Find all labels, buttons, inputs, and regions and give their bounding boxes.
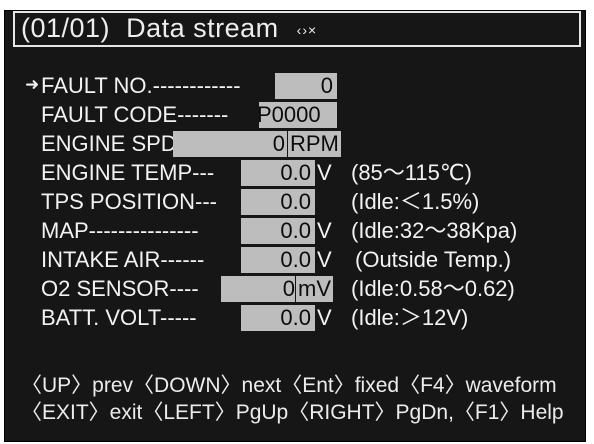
row-value: 0 bbox=[320, 73, 333, 98]
row-batt-volt[interactable]: BATT. VOLT----- 0.0 V (Idle:＞12V) bbox=[5, 303, 585, 333]
row-label: MAP--------------- bbox=[41, 218, 199, 243]
row-unit: V bbox=[317, 160, 332, 185]
row-range: (Idle:32～38Kpa) bbox=[351, 218, 518, 243]
row-value: P0000 bbox=[257, 102, 321, 127]
row-unit: V bbox=[317, 218, 332, 243]
row-label: INTAKE AIR------ bbox=[41, 247, 205, 272]
row-label: ENGINE TEMP--- bbox=[41, 160, 215, 185]
row-tps-position[interactable]: TPS POSITION--- 0.0 (Idle:＜1.5%) bbox=[5, 187, 585, 217]
row-value: 0.0 bbox=[280, 247, 311, 272]
row-fault-code[interactable]: FAULT CODE------- P0000 bbox=[5, 100, 585, 130]
nav-arrows-icon: ‹›× bbox=[296, 21, 318, 38]
row-unit: V bbox=[317, 247, 332, 272]
key-help-line-1: 〈UP〉prev〈DOWN〉next〈Ent〉fixed〈F4〉waveform bbox=[21, 374, 557, 397]
row-value: 0.0 bbox=[280, 160, 311, 185]
page-title: Data stream bbox=[126, 13, 279, 43]
row-value: 0.0 bbox=[280, 218, 311, 243]
row-map[interactable]: MAP--------------- 0.0 V (Idle:32～38Kpa) bbox=[5, 216, 585, 246]
row-intake-air[interactable]: INTAKE AIR------ 0.0 V (Outside Temp.) bbox=[5, 245, 585, 275]
row-label: TPS POSITION--- bbox=[41, 189, 217, 214]
row-unit: mV bbox=[296, 276, 333, 302]
row-engine-temp[interactable]: ENGINE TEMP--- 0.0 V (85～115℃) bbox=[5, 158, 585, 188]
scanner-screen: (01/01) Data stream ‹›× ➜ FAULT NO.-----… bbox=[4, 10, 586, 442]
row-range: (Idle:＜1.5%) bbox=[351, 189, 480, 214]
row-label: O2 SENSOR---- bbox=[41, 276, 199, 301]
row-label: FAULT NO.------------ bbox=[41, 73, 241, 98]
title-bar: (01/01) Data stream ‹›× bbox=[13, 11, 581, 47]
row-range: (Idle:＞12V) bbox=[351, 305, 469, 330]
row-fault-no[interactable]: ➜ FAULT NO.------------ 0 bbox=[5, 71, 585, 101]
row-range: (Idle:0.58～0.62) bbox=[351, 276, 515, 301]
row-unit: V bbox=[317, 305, 332, 330]
row-value: 0.0 bbox=[280, 305, 311, 330]
row-range: (Outside Temp.) bbox=[355, 247, 512, 272]
row-o2-sensor[interactable]: O2 SENSOR---- 0 mV (Idle:0.58～0.62) bbox=[5, 274, 585, 304]
row-value: 0 bbox=[282, 276, 295, 301]
row-label: BATT. VOLT----- bbox=[41, 305, 197, 330]
page-indicator: (01/01) bbox=[21, 13, 111, 43]
selection-arrow-icon: ➜ bbox=[25, 75, 40, 94]
row-value: 0.0 bbox=[280, 189, 311, 214]
row-engine-spd[interactable]: ENGINE SPD-- 0 RPM bbox=[5, 129, 585, 159]
row-label: ENGINE SPD-- bbox=[41, 131, 192, 156]
key-help-line-2: 〈EXIT〉exit〈LEFT〉PgUp〈RIGHT〉PgDn,〈F1〉Help bbox=[21, 401, 564, 424]
row-label: FAULT CODE------- bbox=[41, 102, 229, 127]
row-range: (85～115℃) bbox=[351, 160, 472, 185]
row-unit: RPM bbox=[288, 131, 341, 157]
row-value: 0 bbox=[272, 131, 285, 156]
